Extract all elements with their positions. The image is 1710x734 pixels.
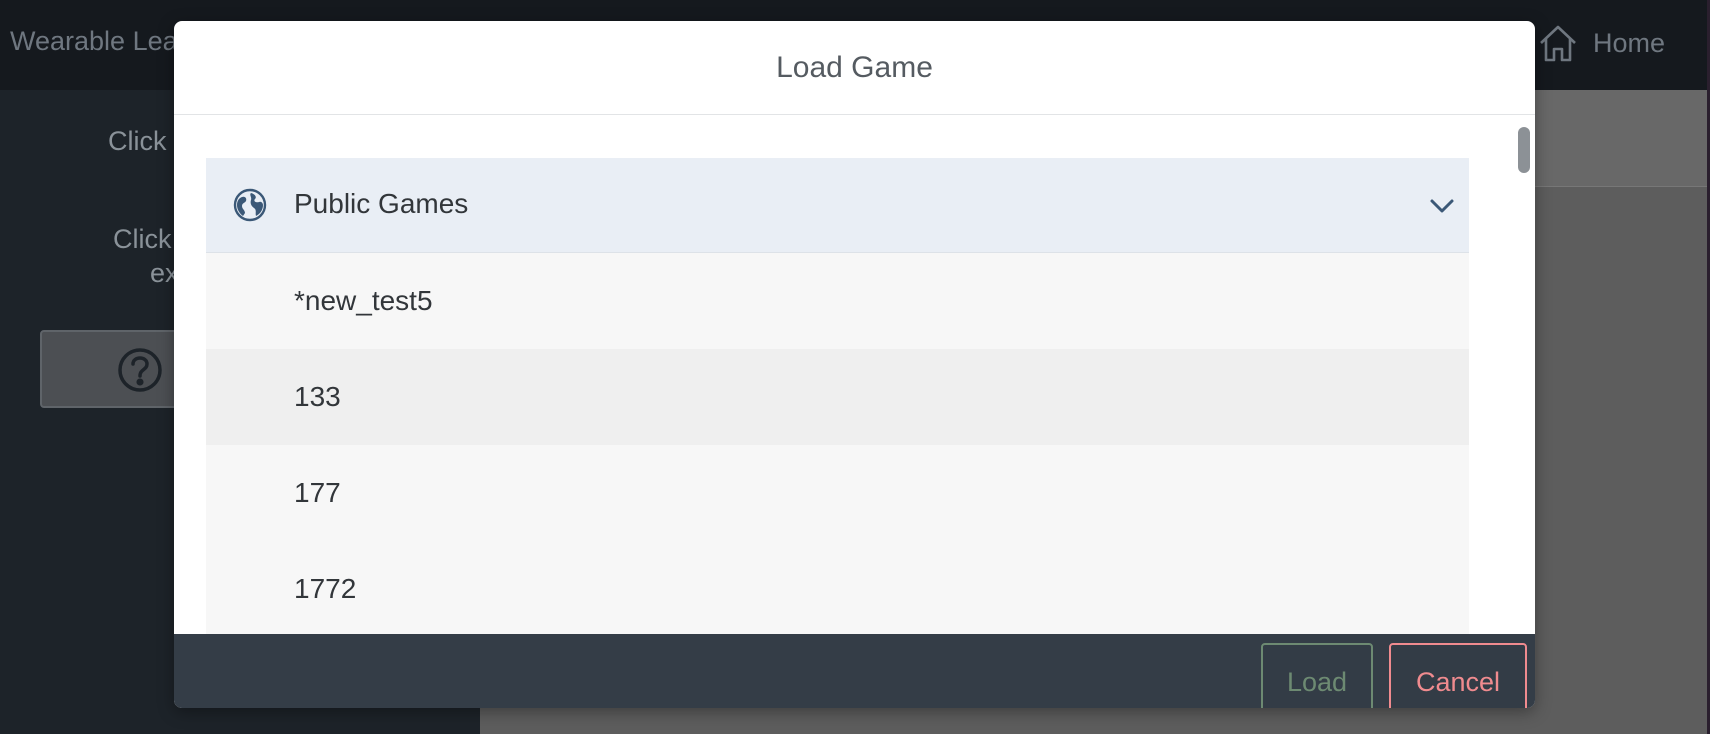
load-game-dialog: Load Game Public Games *new_test5 133 17…	[174, 21, 1535, 708]
home-label: Home	[1593, 27, 1666, 58]
group-public-games[interactable]: Public Games	[206, 158, 1469, 253]
game-name: 133	[294, 381, 341, 412]
dialog-header: Load Game	[174, 21, 1535, 115]
list-scrollbar[interactable]	[1518, 127, 1530, 173]
sidebar-instruction-1: Click	[108, 126, 167, 156]
home-link[interactable]: Home	[1537, 20, 1665, 66]
game-name: 1772	[294, 573, 357, 604]
dialog-title: Load Game	[776, 50, 933, 84]
dialog-footer: Load Cancel	[174, 634, 1535, 708]
load-button[interactable]: Load	[1261, 643, 1373, 708]
list-item[interactable]: 1772	[206, 541, 1469, 634]
sidebar-instruction-2: Click	[113, 224, 172, 254]
game-name: 177	[294, 477, 341, 508]
game-list: Public Games *new_test5 133 177 1772	[174, 115, 1535, 634]
cancel-button[interactable]: Cancel	[1389, 643, 1527, 708]
group-label: Public Games	[294, 188, 469, 219]
list-item[interactable]: *new_test5	[206, 253, 1469, 349]
app-title: Wearable Lea	[10, 26, 178, 56]
list-item[interactable]: 133	[206, 349, 1469, 445]
home-icon	[1537, 22, 1579, 64]
list-item[interactable]: 177	[206, 445, 1469, 541]
game-name: *new_test5	[294, 285, 433, 316]
